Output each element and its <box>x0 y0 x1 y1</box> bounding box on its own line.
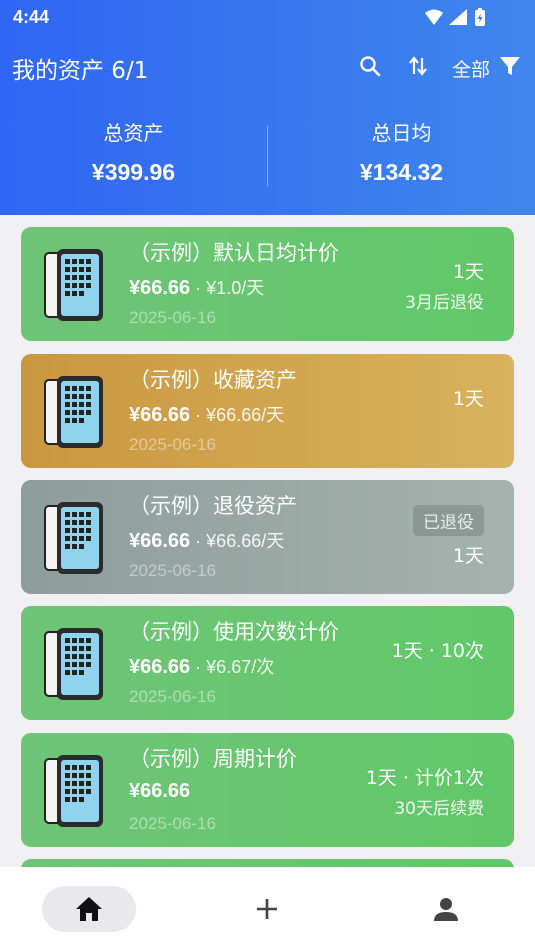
phone-icon <box>44 249 103 321</box>
phone-icon <box>44 502 103 574</box>
asset-renew-info: 30天后续费 <box>394 799 484 819</box>
asset-price: ¥66.66 · ¥1.0/天 <box>129 277 265 299</box>
filter-icon <box>500 57 520 75</box>
asset-retire-info: 3月后退役 <box>405 293 484 313</box>
asset-price: ¥66.66 · ¥6.67/次 <box>129 656 275 678</box>
asset-name: （示例）默认日均计价 <box>129 241 339 265</box>
phone-icon <box>44 628 103 700</box>
asset-name: （示例）使用次数计价 <box>129 620 339 644</box>
asset-name: （示例）收藏资产 <box>129 368 297 392</box>
asset-price: ¥66.66 · ¥66.66/天 <box>129 530 285 552</box>
asset-daily-avg: · ¥6.67/次 <box>190 657 275 677</box>
asset-daily-avg: · ¥66.66/天 <box>190 531 285 551</box>
asset-card-partial[interactable] <box>21 859 514 867</box>
battery-charging-icon <box>475 8 485 26</box>
total-assets-value: ¥399.96 <box>91 159 176 185</box>
daily-average-label: 总日均 <box>371 121 432 145</box>
add-icon <box>257 899 277 919</box>
filter-label[interactable]: 全部 <box>452 55 490 82</box>
asset-daily-avg: · ¥66.66/天 <box>190 405 285 425</box>
page-title: 我的资产 6/1 <box>12 58 149 84</box>
total-assets: 总资产 ¥399.96 <box>0 118 267 190</box>
status-icons <box>423 8 495 28</box>
asset-list[interactable]: （示例）默认日均计价 ¥66.66 · ¥1.0/天 2025-06-16 1天… <box>0 215 535 867</box>
asset-date: 2025-06-16 <box>129 561 216 580</box>
asset-date: 2025-06-16 <box>129 308 216 327</box>
wifi-icon <box>425 9 443 25</box>
asset-days: 1天 <box>452 261 484 283</box>
asset-days: 1天 <box>452 545 484 567</box>
retired-badge: 已退役 <box>413 505 484 536</box>
asset-days-count: 1天 · 计价1次 <box>365 767 484 789</box>
cellular-signal-icon <box>449 9 467 25</box>
sort-icon <box>409 56 427 76</box>
app-bar: 我的资产 6/1 全部 <box>0 44 535 88</box>
asset-days: 1天 <box>452 388 484 410</box>
tab-profile[interactable] <box>399 886 493 932</box>
search-icon <box>360 56 381 77</box>
status-bar: 4:44 <box>0 0 535 36</box>
asset-name: （示例）周期计价 <box>129 747 297 771</box>
search-button[interactable] <box>356 52 384 80</box>
asset-name: （示例）退役资产 <box>129 494 297 518</box>
sort-button[interactable] <box>404 52 432 80</box>
filter-button[interactable] <box>496 52 524 80</box>
tab-home[interactable] <box>42 886 136 932</box>
asset-price: ¥66.66 <box>129 780 191 802</box>
asset-card[interactable]: （示例）使用次数计价 ¥66.66 · ¥6.67/次 2025-06-16 1… <box>21 606 514 720</box>
summary-panel: 总资产 ¥399.96 总日均 ¥134.32 <box>0 118 535 188</box>
asset-date: 2025-06-16 <box>129 814 216 833</box>
header: 4:44 我的资产 6/1 全部 总资产 ¥399.96 总日均 ¥134.32 <box>0 0 535 215</box>
asset-price: ¥66.66 · ¥66.66/天 <box>129 404 285 426</box>
asset-card[interactable]: （示例）周期计价 ¥66.66 2025-06-16 1天 · 计价1次 30天… <box>21 733 514 847</box>
asset-daily-avg: · ¥1.0/天 <box>190 278 265 298</box>
bottom-nav <box>0 867 535 951</box>
status-time: 4:44 <box>13 7 50 27</box>
asset-card[interactable]: （示例）退役资产 ¥66.66 · ¥66.66/天 2025-06-16 已退… <box>21 480 514 594</box>
daily-average: 总日均 ¥134.32 <box>268 118 535 190</box>
asset-days-count: 1天 · 10次 <box>391 640 484 662</box>
asset-card[interactable]: （示例）收藏资产 ¥66.66 · ¥66.66/天 2025-06-16 1天 <box>21 354 514 468</box>
asset-date: 2025-06-16 <box>129 687 216 706</box>
person-icon <box>434 898 458 921</box>
asset-date: 2025-06-16 <box>129 435 216 454</box>
phone-icon <box>44 755 103 827</box>
phone-icon <box>44 376 103 448</box>
asset-card[interactable]: （示例）默认日均计价 ¥66.66 · ¥1.0/天 2025-06-16 1天… <box>21 227 514 341</box>
daily-average-value: ¥134.32 <box>359 159 444 185</box>
total-assets-label: 总资产 <box>103 121 164 145</box>
home-icon <box>76 897 102 921</box>
tab-add[interactable] <box>220 886 314 932</box>
